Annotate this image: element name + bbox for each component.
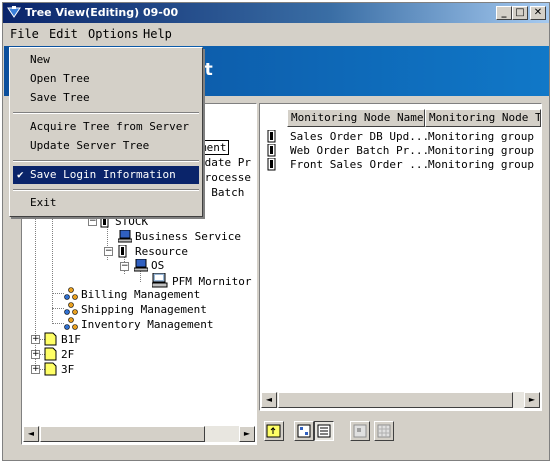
collapse-toggle[interactable]: −: [104, 247, 113, 256]
menu-item-label: Save Login Information: [30, 168, 176, 181]
row-node-type: Monitoring group: [428, 130, 534, 143]
tree-node-pfm-mornitor[interactable]: PFM Mornitor: [172, 275, 251, 288]
maximize-button[interactable]: □: [512, 6, 528, 20]
detail-view-button[interactable]: [314, 421, 334, 441]
menu-item-new[interactable]: New: [13, 51, 199, 69]
tree-line: [52, 293, 64, 294]
icon-view-icon: [297, 424, 311, 438]
icon-view-button[interactable]: [294, 421, 314, 441]
list-horizontal-scrollbar[interactable]: ◄ ►: [261, 392, 540, 408]
tree-node-b1f[interactable]: B1F: [61, 333, 81, 346]
monitor-icon: [134, 259, 148, 272]
group-icon: [64, 302, 78, 315]
menu-item-save-login-information[interactable]: ✔ Save Login Information: [13, 166, 199, 184]
monitor-icon: [118, 230, 132, 243]
tree-node-os[interactable]: OS: [151, 259, 164, 272]
row-node-name: Front Sales Order ...: [290, 158, 430, 171]
row-node-type: Monitoring group: [428, 158, 534, 171]
tree-node-business-service[interactable]: Business Service: [135, 230, 241, 243]
tree-node-3f[interactable]: 3F: [61, 363, 74, 376]
menu-separator: [13, 112, 199, 114]
tree-line: [52, 323, 64, 324]
menu-item-acquire-tree[interactable]: Acquire Tree from Server: [13, 118, 199, 136]
grid-view-icon: [377, 424, 391, 438]
tree-node-partial[interactable]: pdate Pr: [198, 156, 251, 169]
menu-bar: File Edit Options Help: [3, 24, 549, 44]
file-menu-dropdown: New Open Tree Save Tree Acquire Tree fro…: [9, 47, 203, 217]
scroll-left-button[interactable]: ◄: [261, 392, 277, 408]
node-list-pane[interactable]: Monitoring Node Name Monitoring Node T S…: [259, 103, 542, 411]
menu-options[interactable]: Options: [88, 27, 139, 41]
group-icon: [64, 317, 78, 330]
tree-line: [52, 308, 64, 309]
collapse-toggle[interactable]: −: [120, 262, 129, 271]
scroll-right-button[interactable]: ►: [524, 392, 540, 408]
check-icon: ✔: [17, 168, 24, 181]
menu-file[interactable]: File: [10, 27, 39, 41]
menu-item-open-tree[interactable]: Open Tree: [13, 70, 199, 88]
tree-node-shipping-management[interactable]: Shipping Management: [81, 303, 207, 316]
expand-toggle[interactable]: +: [31, 365, 40, 374]
folder-up-icon: [266, 424, 281, 438]
server-icon: [267, 130, 276, 143]
menu-item-update-server-tree[interactable]: Update Server Tree: [13, 137, 199, 155]
list-row[interactable]: Web Order Batch Pr... Monitoring group: [263, 144, 538, 158]
server-icon: [267, 144, 276, 157]
list-row[interactable]: Sales Order DB Upd... Monitoring group: [263, 130, 538, 144]
row-node-type: Monitoring group: [428, 144, 534, 157]
tree-line: [52, 204, 53, 324]
move-up-button[interactable]: [264, 421, 284, 441]
scroll-right-button[interactable]: ►: [239, 426, 255, 442]
column-header-node-type[interactable]: Monitoring Node T: [425, 109, 541, 127]
list-view-icon: [317, 424, 331, 438]
tree-node-inventory-management[interactable]: Inventory Management: [81, 318, 213, 331]
column-header-node-name[interactable]: Monitoring Node Name: [287, 109, 425, 127]
menu-item-exit[interactable]: Exit: [13, 194, 199, 212]
tree-view-app-icon: [7, 6, 21, 18]
grid-view-button[interactable]: [374, 421, 394, 441]
server-icon: [118, 245, 127, 258]
tree-node-billing-management[interactable]: Billing Management: [81, 288, 200, 301]
row-node-name: Sales Order DB Upd...: [290, 130, 430, 143]
window-title: Tree View(Editing) 09-00: [25, 6, 179, 19]
group-icon: [64, 287, 78, 300]
folder-icon: [44, 362, 57, 376]
scroll-left-button[interactable]: ◄: [23, 426, 39, 442]
menu-item-save-tree[interactable]: Save Tree: [13, 89, 199, 107]
window-controls: _ □ ✕: [496, 5, 546, 20]
row-node-name: Web Order Batch Pr...: [290, 144, 430, 157]
scrollbar-thumb[interactable]: [278, 392, 513, 408]
menu-edit[interactable]: Edit: [49, 27, 78, 41]
application-window: Tree View(Editing) 09-00 _ □ ✕ File Edit O…: [2, 2, 550, 461]
tree-node-partial[interactable]: Processe: [198, 171, 251, 184]
tree-node-2f[interactable]: 2F: [61, 348, 74, 361]
scrollbar-thumb[interactable]: [40, 426, 205, 442]
expand-toggle[interactable]: +: [31, 350, 40, 359]
expand-toggle[interactable]: +: [31, 335, 40, 344]
folder-icon: [44, 332, 57, 346]
menu-help[interactable]: Help: [143, 27, 172, 41]
menu-separator: [13, 189, 199, 191]
close-button[interactable]: ✕: [530, 6, 546, 20]
server-icon: [267, 158, 276, 171]
tree-node-resource[interactable]: Resource: [135, 245, 188, 258]
pfm-monitor-icon: [152, 273, 168, 288]
small-icon-view-icon: [353, 424, 367, 438]
tree-node-partial[interactable]: r Batch: [198, 186, 244, 199]
tree-horizontal-scrollbar[interactable]: ◄ ►: [23, 426, 255, 442]
menu-separator: [13, 160, 199, 162]
folder-icon: [44, 347, 57, 361]
title-bar[interactable]: Tree View(Editing) 09-00 _ □ ✕: [3, 3, 549, 23]
collapse-toggle[interactable]: −: [88, 217, 97, 226]
list-row[interactable]: Front Sales Order ... Monitoring group: [263, 158, 538, 172]
minimize-button[interactable]: _: [496, 6, 512, 20]
small-icon-button[interactable]: [350, 421, 370, 441]
